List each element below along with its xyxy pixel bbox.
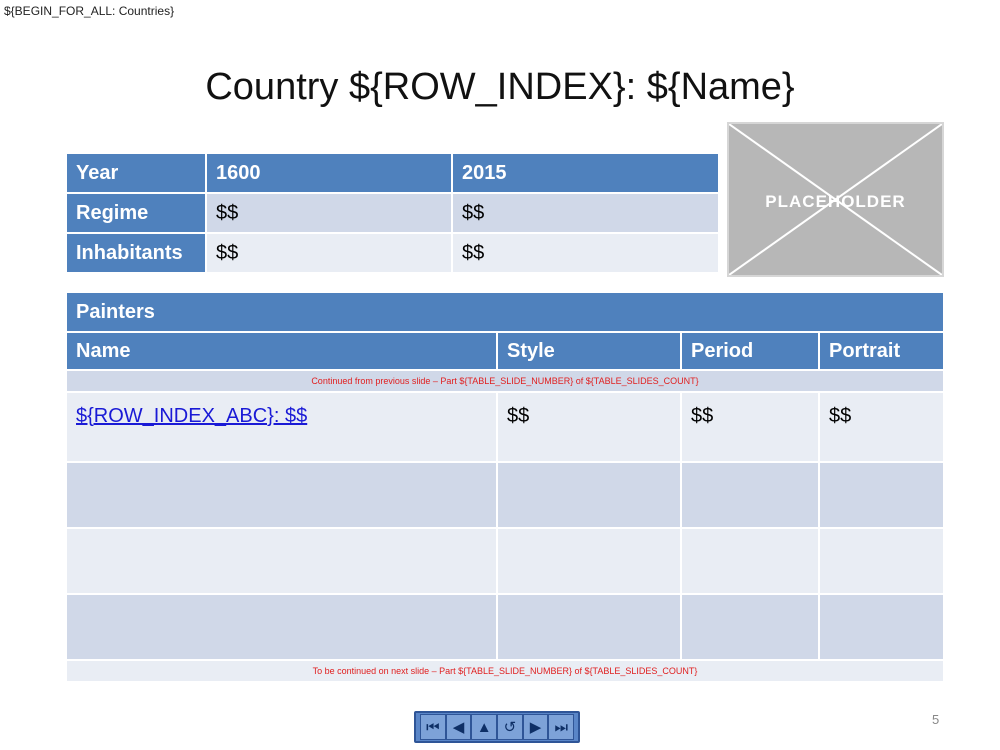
header-period: Period bbox=[682, 333, 820, 371]
table-row: Regime $$ $$ bbox=[67, 194, 718, 234]
cell-period: $$ bbox=[682, 393, 820, 463]
loop-marker: ${BEGIN_FOR_ALL: Countries} bbox=[4, 4, 175, 18]
painters-title: Painters bbox=[67, 293, 943, 333]
table-cell bbox=[682, 463, 820, 529]
next-icon[interactable]: ▶ bbox=[522, 714, 549, 740]
placeholder-label: PLACEHOLDER bbox=[765, 192, 906, 211]
return-icon[interactable]: ↺ bbox=[497, 714, 523, 740]
table-cell bbox=[820, 529, 943, 595]
cell-regime-1600: $$ bbox=[207, 194, 453, 234]
row-label-inhabitants: Inhabitants bbox=[67, 234, 207, 274]
table-cell bbox=[67, 595, 498, 661]
header-year: Year bbox=[67, 154, 207, 194]
page-number: 5 bbox=[932, 712, 940, 727]
table-row: Inhabitants $$ $$ bbox=[67, 234, 718, 274]
table-cell bbox=[67, 463, 498, 529]
table-row: ${ROW_INDEX_ABC}: $$ $$ $$ $$ bbox=[67, 393, 943, 463]
image-placeholder: PLACEHOLDER bbox=[727, 122, 944, 277]
cell-style: $$ bbox=[498, 393, 682, 463]
slide-navigation: ⏮ ◀ ▲ ↺ ▶ ⏭ bbox=[414, 711, 580, 743]
table-row bbox=[67, 595, 943, 661]
table-cell bbox=[498, 463, 682, 529]
home-icon[interactable]: ▲ bbox=[471, 714, 498, 740]
slide-title: Country ${ROW_INDEX}: ${Name} bbox=[205, 66, 795, 108]
table-cell bbox=[682, 529, 820, 595]
continued-from-note: Continued from previous slide – Part ${T… bbox=[67, 371, 943, 393]
header-2015: 2015 bbox=[453, 154, 718, 194]
first-icon[interactable]: ⏮ bbox=[420, 714, 446, 740]
continued-to-row: To be continued on next slide – Part ${T… bbox=[67, 661, 943, 683]
continued-from-row: Continued from previous slide – Part ${T… bbox=[67, 371, 943, 393]
header-name: Name bbox=[67, 333, 498, 371]
cell-name: ${ROW_INDEX_ABC}: $$ bbox=[67, 393, 498, 463]
previous-icon[interactable]: ◀ bbox=[445, 714, 472, 740]
cell-inhabitants-2015: $$ bbox=[453, 234, 718, 274]
row-label-regime: Regime bbox=[67, 194, 207, 234]
table-cell bbox=[67, 529, 498, 595]
table-cell bbox=[820, 463, 943, 529]
country-info-table: Year 1600 2015 Regime $$ $$ Inhabitants … bbox=[67, 154, 718, 274]
header-1600: 1600 bbox=[207, 154, 453, 194]
table-cell bbox=[682, 595, 820, 661]
last-icon[interactable]: ⏭ bbox=[548, 714, 575, 740]
painter-name-link[interactable]: ${ROW_INDEX_ABC}: $$ bbox=[76, 405, 307, 427]
painters-table: Painters Name Style Period Portrait Cont… bbox=[67, 293, 943, 683]
continued-to-note: To be continued on next slide – Part ${T… bbox=[67, 661, 943, 683]
table-cell bbox=[498, 595, 682, 661]
painters-title-row: Painters bbox=[67, 293, 943, 333]
cell-portrait: $$ bbox=[820, 393, 943, 463]
cell-regime-2015: $$ bbox=[453, 194, 718, 234]
table-header-row: Name Style Period Portrait bbox=[67, 333, 943, 371]
header-style: Style bbox=[498, 333, 682, 371]
header-portrait: Portrait bbox=[820, 333, 943, 371]
table-row bbox=[67, 463, 943, 529]
table-header-row: Year 1600 2015 bbox=[67, 154, 718, 194]
table-cell bbox=[820, 595, 943, 661]
table-cell bbox=[498, 529, 682, 595]
cell-inhabitants-1600: $$ bbox=[207, 234, 453, 274]
table-row bbox=[67, 529, 943, 595]
